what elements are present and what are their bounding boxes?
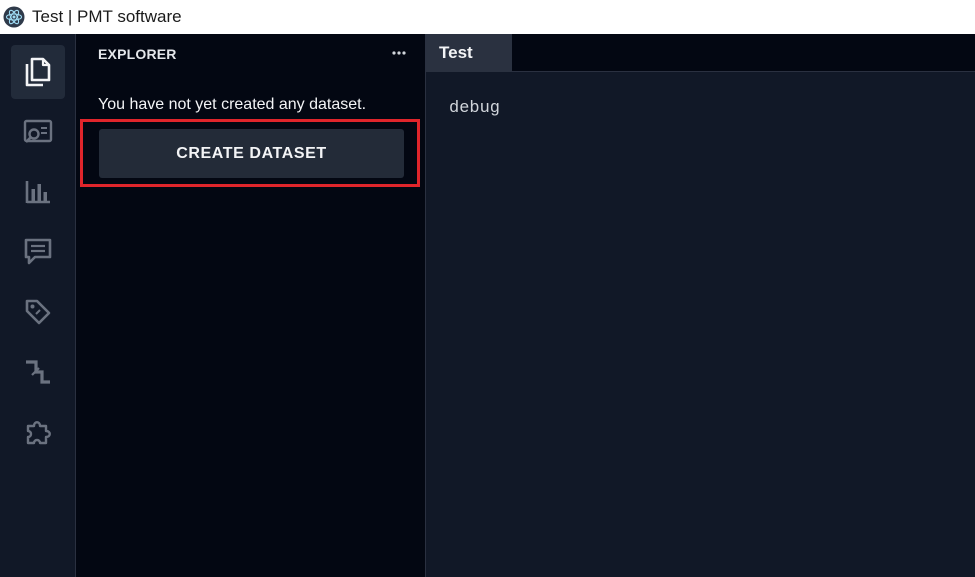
- activity-explorer-button[interactable]: [11, 45, 65, 99]
- puzzle-icon: [24, 418, 52, 446]
- ellipsis-icon[interactable]: [390, 44, 408, 62]
- window-titlebar: Test | PMT software: [0, 0, 975, 34]
- activity-flow-button[interactable]: [11, 345, 65, 399]
- explorer-header: EXPLORER: [98, 46, 177, 62]
- step-flow-icon: [24, 358, 52, 386]
- activity-charts-button[interactable]: [11, 165, 65, 219]
- activity-extensions-button[interactable]: [11, 405, 65, 459]
- editor-content: debug: [449, 99, 501, 118]
- explorer-panel: EXPLORER You have not yet created any da…: [76, 34, 426, 577]
- electron-logo-icon: [3, 6, 25, 28]
- create-dataset-button[interactable]: CREATE DATASET: [99, 129, 404, 178]
- files-icon: [23, 56, 53, 88]
- bar-chart-icon: [24, 179, 52, 205]
- window-title: Test | PMT software: [32, 7, 182, 26]
- tag-icon: [24, 298, 52, 326]
- comment-icon: [23, 237, 53, 267]
- activity-bar: [0, 34, 76, 577]
- activity-tags-button[interactable]: [11, 285, 65, 339]
- empty-state-message: You have not yet created any dataset.: [98, 96, 367, 113]
- activity-comments-button[interactable]: [11, 225, 65, 279]
- search-preview-icon: [23, 119, 53, 145]
- activity-search-button[interactable]: [11, 105, 65, 159]
- tab-test[interactable]: Test: [426, 34, 512, 72]
- editor-area: Test debug: [426, 34, 975, 577]
- editor-tab-bar: Test: [426, 34, 975, 72]
